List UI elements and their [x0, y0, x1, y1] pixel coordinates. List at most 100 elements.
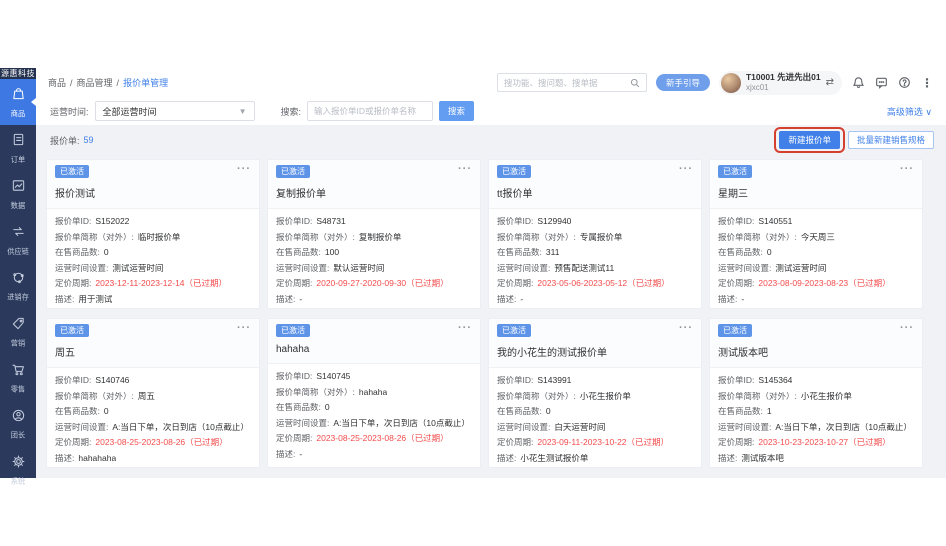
- sidebar-item-数据[interactable]: 数据: [0, 171, 36, 217]
- on-sale-count: 0: [325, 403, 330, 412]
- quote-description: -: [741, 295, 744, 304]
- advanced-filter-link[interactable]: 高级筛选 ∨: [887, 105, 932, 118]
- card-more-icon[interactable]: ···: [679, 165, 693, 173]
- guide-button[interactable]: 新手引导: [656, 74, 710, 91]
- supply-arrows-icon: [11, 224, 26, 244]
- quote-description: hahahaha: [78, 454, 116, 463]
- quote-title: 周五: [55, 337, 251, 367]
- quote-short-name: 专属报价单: [580, 233, 623, 242]
- quote-description: 小花生测试报价单: [520, 454, 588, 463]
- operation-time: 白天运营时间: [554, 423, 605, 432]
- operation-time: 测试运营时间: [112, 264, 163, 273]
- quote-description: -: [299, 295, 302, 304]
- card-more-icon[interactable]: ···: [237, 165, 251, 173]
- pricing-period: 2023-10-23-2023-10-27（已过期）: [758, 438, 890, 447]
- pricing-period: 2023-12-11-2023-12-14（已过期）: [95, 279, 227, 288]
- pricing-period: 2023-08-25-2023-08-26（已过期）: [316, 434, 448, 443]
- quote-count-label: 报价单:: [50, 134, 80, 147]
- status-badge: 已激活: [276, 324, 310, 337]
- sidebar-item-营销[interactable]: 营销: [0, 309, 36, 355]
- quote-id: S140745: [316, 372, 350, 381]
- gear-icon: [11, 454, 26, 474]
- quote-card[interactable]: 已激活 ··· 我的小花生的测试报价单 报价单ID:S143991 报价单简称（…: [488, 318, 702, 468]
- more-menu-icon[interactable]: ⋮: [920, 76, 934, 90]
- status-badge: 已激活: [276, 165, 310, 178]
- breadcrumb-separator: /: [117, 78, 120, 88]
- breadcrumb-item[interactable]: 商品: [48, 76, 66, 89]
- quote-id: S129940: [537, 217, 571, 226]
- sidebar-item-供应链[interactable]: 供应链: [0, 217, 36, 263]
- quote-card[interactable]: 已激活 ··· 复制报价单 报价单ID:S48731 报价单简称（对外）:复制报…: [267, 159, 481, 309]
- card-more-icon[interactable]: ···: [458, 165, 472, 173]
- batch-create-button[interactable]: 批量新建销售规格: [848, 131, 934, 149]
- status-badge: 已激活: [55, 165, 89, 178]
- card-more-icon[interactable]: ···: [900, 165, 914, 173]
- pricing-period: 2020-09-27-2020-09-30（已过期）: [316, 279, 448, 288]
- sidebar-item-商品[interactable]: 商品: [0, 79, 36, 125]
- user-name: T10001 先进先出01: [746, 73, 821, 83]
- quote-title: hahaha: [276, 337, 472, 363]
- card-more-icon[interactable]: ···: [458, 324, 472, 332]
- time-filter-value: 全部运营时间: [103, 105, 157, 118]
- quote-card[interactable]: 已激活 ··· tt报价单 报价单ID:S129940 报价单简称（对外）:专属…: [488, 159, 702, 309]
- status-badge: 已激活: [718, 165, 752, 178]
- inventory-globe-icon: [11, 270, 26, 290]
- quote-id: S140746: [95, 376, 129, 385]
- quote-card[interactable]: 已激活 ··· 报价测试 报价单ID:S152022 报价单简称（对外）:临时报…: [46, 159, 260, 309]
- search-button[interactable]: 搜索: [439, 101, 474, 121]
- operation-time: 测试运营时间: [775, 264, 826, 273]
- top-bar: 商品/ 商品管理/ 报价单管理 新手引导 T10001 先进先出01 xjxc0…: [36, 68, 946, 97]
- operation-time: A:当日下单，次日到店（10点截止）: [112, 423, 249, 432]
- quote-title: 报价测试: [55, 178, 251, 208]
- quote-card[interactable]: 已激活 ··· 周五 报价单ID:S140746 报价单简称（对外）:周五 在售…: [46, 318, 260, 468]
- sidebar: 源惠科技 商品订单数据供应链进销存营销零售团长系统: [0, 68, 36, 478]
- quote-title: 我的小花生的测试报价单: [497, 337, 693, 367]
- on-sale-count: 0: [546, 407, 551, 416]
- quote-search-input[interactable]: [307, 101, 433, 121]
- quote-card[interactable]: 已激活 ··· 测试版本吧 报价单ID:S145364 报价单简称（对外）:小花…: [709, 318, 923, 468]
- quote-card[interactable]: 已激活 ··· hahaha 报价单ID:S140745 报价单简称（对外）:h…: [267, 318, 481, 468]
- sidebar-item-团长[interactable]: 团长: [0, 401, 36, 447]
- filter-bar: 运营时间: 全部运营时间 ▼ 搜索: 搜索 高级筛选 ∨: [36, 97, 946, 125]
- help-icon[interactable]: [897, 76, 911, 90]
- quote-title: 测试版本吧: [718, 337, 914, 367]
- on-sale-count: 1: [767, 407, 772, 416]
- breadcrumb: 商品/ 商品管理/ 报价单管理: [48, 76, 168, 89]
- quote-description: 测试版本吧: [741, 454, 784, 463]
- sidebar-item-进销存[interactable]: 进销存: [0, 263, 36, 309]
- card-more-icon[interactable]: ···: [679, 324, 693, 332]
- time-filter-select[interactable]: 全部运营时间 ▼: [95, 101, 255, 121]
- quote-id: S145364: [758, 376, 792, 385]
- breadcrumb-item[interactable]: 商品管理: [77, 76, 113, 89]
- order-doc-icon: [11, 132, 26, 152]
- quote-id: S143991: [537, 376, 571, 385]
- create-quote-button[interactable]: 新建报价单: [779, 131, 840, 149]
- status-badge: 已激活: [718, 324, 752, 337]
- on-sale-count: 0: [767, 248, 772, 257]
- quote-short-name: 今天周三: [801, 233, 835, 242]
- app-window: 源惠科技 商品订单数据供应链进销存营销零售团长系统 商品/ 商品管理/ 报价单管…: [0, 68, 946, 478]
- switch-account-icon[interactable]: ⇄: [826, 77, 834, 88]
- sidebar-item-订单[interactable]: 订单: [0, 125, 36, 171]
- count-bar: 报价单: 59 新建报价单 批量新建销售规格: [36, 125, 946, 155]
- content-area: 报价单: 59 新建报价单 批量新建销售规格 已激活 ··· 报价测试 报价单I…: [36, 125, 946, 478]
- quote-title: 星期三: [718, 178, 914, 208]
- user-menu[interactable]: T10001 先进先出01 xjxc01 ⇄: [719, 71, 842, 95]
- card-more-icon[interactable]: ···: [237, 324, 251, 332]
- quote-description: -: [299, 450, 302, 459]
- card-more-icon[interactable]: ···: [900, 324, 914, 332]
- global-search-input[interactable]: [504, 78, 630, 88]
- quote-short-name: 小花生报价单: [580, 392, 631, 401]
- user-account: xjxc01: [746, 83, 821, 92]
- on-sale-count: 100: [325, 248, 339, 257]
- quote-short-name: 临时报价单: [138, 233, 181, 242]
- operation-time: 预售配送测试11: [554, 264, 614, 273]
- sidebar-item-系统[interactable]: 系统: [0, 447, 36, 493]
- notification-bell-icon[interactable]: [851, 76, 865, 90]
- message-icon[interactable]: [874, 76, 888, 90]
- bag-icon: [11, 86, 26, 106]
- quote-short-name: 复制报价单: [359, 233, 402, 242]
- quote-card[interactable]: 已激活 ··· 星期三 报价单ID:S140551 报价单简称（对外）:今天周三…: [709, 159, 923, 309]
- global-search: [497, 73, 647, 92]
- sidebar-item-零售[interactable]: 零售: [0, 355, 36, 401]
